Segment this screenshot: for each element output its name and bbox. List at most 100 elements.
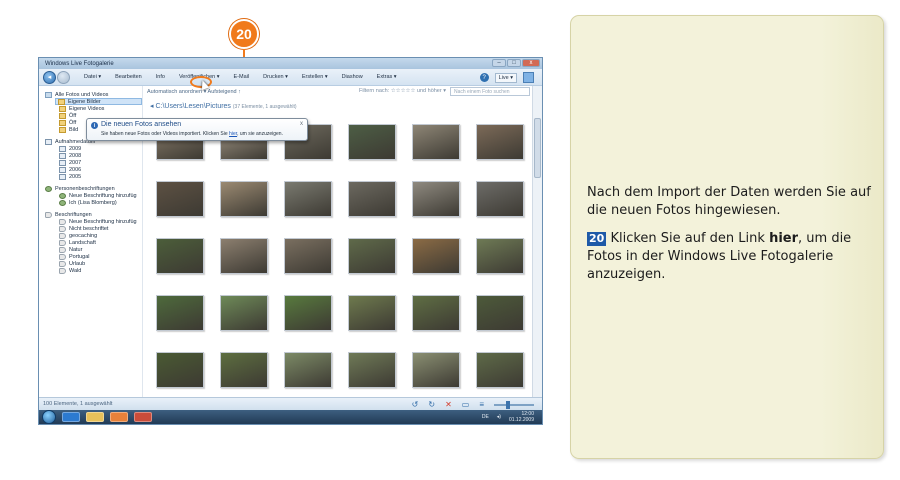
photo-thumbnail[interactable]: [348, 181, 396, 217]
forward-button[interactable]: [57, 70, 70, 84]
photo-thumbnail[interactable]: [284, 295, 332, 331]
language-indicator[interactable]: DE: [482, 414, 489, 420]
sidebar-year-2006[interactable]: 2006: [59, 166, 142, 173]
menu-drucken[interactable]: Drucken ▾: [263, 74, 288, 80]
help-icon[interactable]: ?: [479, 73, 489, 82]
photo-thumbnail-cell[interactable]: [156, 175, 206, 225]
photo-thumbnail[interactable]: [412, 352, 460, 388]
photo-thumbnail[interactable]: [476, 238, 524, 274]
rotate-right-icon[interactable]: ↻: [428, 400, 435, 409]
slideshow-icon[interactable]: ▭: [462, 400, 470, 409]
photo-thumbnail-cell[interactable]: [476, 346, 526, 396]
photo-thumbnail[interactable]: [156, 181, 204, 217]
maximize-button[interactable]: □: [507, 59, 521, 67]
scrollbar-thumb[interactable]: [534, 118, 541, 178]
rotate-left-icon[interactable]: ↺: [412, 400, 419, 409]
photo-thumbnail-cell[interactable]: [412, 175, 462, 225]
back-button[interactable]: ◂: [43, 70, 56, 84]
photo-thumbnail[interactable]: [156, 295, 204, 331]
photo-thumbnail-cell[interactable]: [284, 175, 334, 225]
photo-thumbnail-cell[interactable]: [220, 346, 270, 396]
taskbar-fotogalerie[interactable]: [134, 412, 152, 422]
sidebar-tag-portugal[interactable]: Portugal: [59, 253, 142, 260]
sidebar-tag-wald[interactable]: Wald: [59, 267, 142, 274]
avatar[interactable]: [523, 72, 534, 83]
photo-thumbnail-cell[interactable]: [220, 232, 270, 282]
details-view-icon[interactable]: ≡: [479, 400, 484, 409]
photo-thumbnail[interactable]: [348, 352, 396, 388]
photo-thumbnail[interactable]: [284, 238, 332, 274]
rating-filter[interactable]: Filtern nach: ☆☆☆☆☆ und höher ▾: [359, 88, 446, 94]
photo-thumbnail-cell[interactable]: [348, 175, 398, 225]
arrange-dropdown[interactable]: Automatisch anordnen ▾ Aufsteigend ↑: [147, 89, 241, 95]
photo-thumbnail-cell[interactable]: [284, 289, 334, 339]
photo-thumbnail[interactable]: [220, 181, 268, 217]
sidebar-person-me[interactable]: Ich (Lisa Blomberg): [59, 199, 142, 206]
sidebar-tag-geocaching[interactable]: geocaching: [59, 232, 142, 239]
sidebar-item-eigene-videos[interactable]: Eigene Videos: [59, 105, 142, 112]
photo-thumbnail-cell[interactable]: [348, 346, 398, 396]
notification-close-icon[interactable]: x: [300, 121, 303, 127]
photo-thumbnail-cell[interactable]: [220, 289, 270, 339]
photo-thumbnail[interactable]: [156, 352, 204, 388]
menu-erstellen[interactable]: Erstellen ▾: [302, 74, 328, 80]
photo-thumbnail[interactable]: [412, 124, 460, 160]
photo-thumbnail[interactable]: [348, 238, 396, 274]
photo-thumbnail-cell[interactable]: [284, 232, 334, 282]
taskbar-ie[interactable]: [62, 412, 80, 422]
sidebar-tag-natur[interactable]: Natur: [59, 246, 142, 253]
zoom-slider[interactable]: [494, 400, 534, 409]
sidebar-add-person-tag[interactable]: Neue Beschriftung hinzufüg: [59, 192, 142, 199]
photo-thumbnail-cell[interactable]: [156, 346, 206, 396]
photo-thumbnail[interactable]: [284, 352, 332, 388]
photo-thumbnail[interactable]: [476, 181, 524, 217]
photo-thumbnail[interactable]: [412, 181, 460, 217]
photo-thumbnail-cell[interactable]: [476, 175, 526, 225]
menu-email[interactable]: E-Mail: [234, 74, 250, 80]
zoom-slider-knob[interactable]: [506, 400, 510, 409]
photo-thumbnail[interactable]: [476, 295, 524, 331]
menu-diashow[interactable]: Diashow: [342, 74, 363, 80]
sidebar-item-eigene-bilder[interactable]: Eigene Bilder: [55, 98, 142, 105]
clock[interactable]: 12:00 01.12.2009: [509, 411, 534, 423]
sidebar-year-2008[interactable]: 2008: [59, 152, 142, 159]
sidebar-year-2007[interactable]: 2007: [59, 159, 142, 166]
here-link[interactable]: hier: [229, 131, 237, 137]
minimize-button[interactable]: –: [492, 59, 506, 67]
photo-thumbnail-cell[interactable]: [412, 289, 462, 339]
search-input[interactable]: Nach einem Foto suchen: [450, 87, 530, 96]
photo-thumbnail[interactable]: [412, 295, 460, 331]
sidebar-tag-urlaub[interactable]: Urlaub: [59, 260, 142, 267]
volume-icon[interactable]: ◂): [497, 414, 501, 420]
menu-extras[interactable]: Extras ▾: [377, 74, 397, 80]
sidebar-tag-landschaft[interactable]: Landschaft: [59, 239, 142, 246]
photo-thumbnail-cell[interactable]: [476, 289, 526, 339]
photo-thumbnail[interactable]: [476, 352, 524, 388]
photo-thumbnail-cell[interactable]: [284, 346, 334, 396]
photo-thumbnail[interactable]: [412, 238, 460, 274]
photo-thumbnail-cell[interactable]: [412, 346, 462, 396]
sidebar-tag-untagged[interactable]: Nicht beschriftet: [59, 225, 142, 232]
photo-thumbnail[interactable]: [156, 238, 204, 274]
delete-icon[interactable]: ✕: [445, 400, 452, 409]
menu-info[interactable]: Info: [156, 74, 165, 80]
taskbar-explorer[interactable]: [86, 412, 104, 422]
photo-thumbnail[interactable]: [284, 181, 332, 217]
live-menu-button[interactable]: Live ▾: [494, 72, 517, 83]
photo-thumbnail[interactable]: [220, 295, 268, 331]
photo-thumbnail[interactable]: [476, 124, 524, 160]
photo-thumbnail-cell[interactable]: [348, 289, 398, 339]
photo-thumbnail-cell[interactable]: [476, 232, 526, 282]
vertical-scrollbar[interactable]: [532, 86, 542, 397]
close-button[interactable]: x: [522, 59, 540, 67]
photo-thumbnail[interactable]: [220, 238, 268, 274]
photo-thumbnail-cell[interactable]: [412, 118, 462, 168]
photo-thumbnail-cell[interactable]: [156, 232, 206, 282]
sidebar-tag-add[interactable]: Neue Beschriftung hinzufüg: [59, 218, 142, 225]
menu-datei[interactable]: Datei ▾: [84, 74, 101, 80]
photo-thumbnail-cell[interactable]: [220, 175, 270, 225]
photo-thumbnail-cell[interactable]: [156, 289, 206, 339]
sidebar-year-2009[interactable]: 2009: [59, 145, 142, 152]
photo-thumbnail-cell[interactable]: [348, 118, 398, 168]
taskbar-mediaplayer[interactable]: [110, 412, 128, 422]
